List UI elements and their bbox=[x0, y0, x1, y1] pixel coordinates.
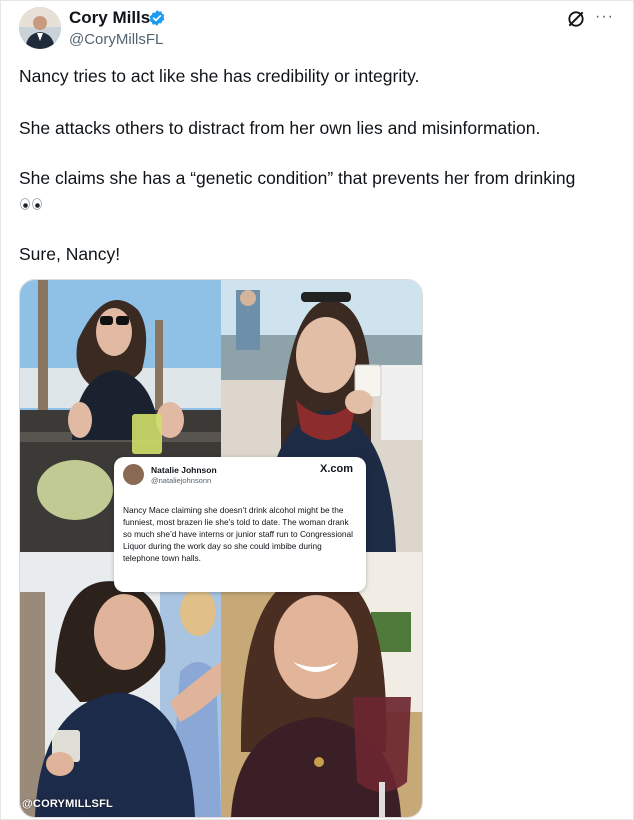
quoted-tweet-name: Natalie Johnson bbox=[151, 465, 217, 475]
verified-badge-icon bbox=[149, 10, 165, 26]
eyes-emoji-icon bbox=[20, 198, 42, 210]
grok-icon[interactable] bbox=[566, 9, 586, 29]
quoted-tweet-handle: @nataliejohnsonn bbox=[151, 476, 212, 485]
post-text-line-4: Sure, Nancy! bbox=[19, 244, 121, 264]
image-watermark: @CORYMILLSFL bbox=[22, 798, 113, 810]
post-text-line-1: Nancy tries to act like she has credibil… bbox=[19, 66, 420, 86]
more-options-button[interactable]: ··· bbox=[595, 8, 614, 26]
post-text-line-2: She attacks others to distract from her … bbox=[19, 118, 541, 138]
author-handle[interactable]: @CoryMillsFL bbox=[69, 31, 163, 48]
quoted-tweet-card[interactable]: Natalie Johnson @nataliejohnsonn X.com N… bbox=[114, 457, 366, 592]
quoted-tweet-text: Nancy Mace claiming she doesn’t drink al… bbox=[123, 505, 353, 564]
quoted-tweet-avatar bbox=[123, 464, 144, 485]
post-text-line-3: She claims she has a “genetic condition”… bbox=[19, 168, 576, 188]
media-collage[interactable]: Natalie Johnson @nataliejohnsonn X.com N… bbox=[19, 279, 423, 818]
author-avatar[interactable] bbox=[19, 7, 61, 49]
quoted-tweet-brand: X.com bbox=[320, 463, 354, 475]
author-name[interactable]: Cory Mills bbox=[69, 8, 150, 28]
